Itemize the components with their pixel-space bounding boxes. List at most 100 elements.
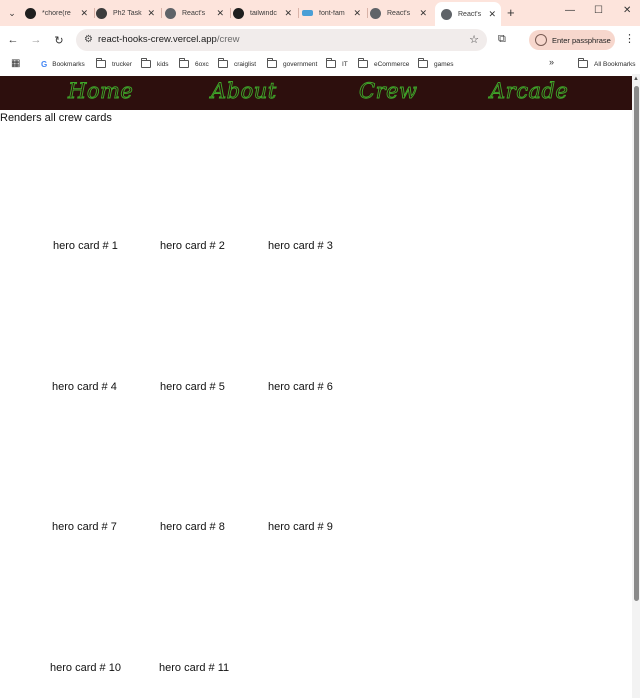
back-arrow-icon[interactable]: ←	[5, 32, 21, 48]
tab-3[interactable]: React's ✕	[165, 3, 229, 23]
tab-separator	[298, 8, 299, 18]
bookmark-label: government	[283, 60, 318, 68]
bookmark-label: Bookmarks	[52, 60, 85, 68]
bookmark-folder[interactable]: kids	[141, 58, 169, 70]
bookmark-folder[interactable]: eCommerce	[358, 58, 409, 70]
bookmarks-bar: G Bookmarks trucker kids 6oxc craiglist …	[0, 54, 640, 74]
tab-separator	[161, 8, 162, 18]
bookmark-folder[interactable]: IT	[326, 58, 348, 70]
url-text: react-hooks-crew.vercel.app/crew	[98, 34, 240, 45]
bookmark-label: IT	[342, 60, 348, 68]
bookmark-folder[interactable]: trucker	[96, 58, 132, 70]
page-viewport: Home About Crew Arcade Renders all crew …	[0, 74, 632, 698]
tab-title: *chore(re	[42, 9, 71, 17]
close-icon[interactable]: ✕	[216, 8, 224, 19]
folder-icon	[578, 58, 588, 68]
hero-card: hero card # 7	[52, 521, 117, 533]
chevron-double-right-icon[interactable]: »	[549, 57, 554, 67]
tab-title: React's	[458, 10, 482, 18]
tab-separator	[94, 8, 95, 18]
minimize-icon[interactable]: —	[565, 5, 575, 16]
close-window-icon[interactable]: ✕	[623, 5, 631, 16]
google-icon: G	[41, 59, 48, 69]
folder-icon	[96, 58, 106, 68]
tab-5[interactable]: font-fam ✕	[302, 3, 366, 23]
tab-title: Ph2 Task	[113, 9, 142, 17]
enter-passphrase-button[interactable]: Enter passphrase	[529, 30, 615, 50]
bookmark-label: 6oxc	[195, 60, 209, 68]
browser-toolbar: ← → ↻ ⚙ react-hooks-crew.vercel.app/crew…	[0, 26, 640, 54]
nav-home-link[interactable]: Home	[68, 79, 134, 104]
hero-card: hero card # 6	[268, 381, 333, 393]
apps-grid-icon[interactable]: ▦	[11, 58, 20, 69]
hero-card: hero card # 10	[50, 662, 121, 674]
bookmark-label: kids	[157, 60, 169, 68]
bookmark-star-icon[interactable]: ☆	[469, 33, 479, 46]
maximize-icon[interactable]: ☐	[594, 5, 603, 16]
hero-card: hero card # 2	[160, 240, 225, 252]
bookmark-folder[interactable]: 6oxc	[179, 58, 209, 70]
folder-icon	[179, 58, 189, 68]
scroll-up-arrow-icon[interactable]: ▲	[632, 76, 640, 82]
hero-card: hero card # 8	[160, 521, 225, 533]
address-bar[interactable]: ⚙ react-hooks-crew.vercel.app/crew ☆	[76, 29, 487, 51]
task-icon	[96, 7, 107, 19]
tab-strip: ⌄ *chore(re ✕ Ph2 Task ✕ React's ✕ tailw…	[0, 0, 640, 26]
more-menu-icon[interactable]: ⋮	[624, 32, 635, 45]
tab-title: tailwindc	[250, 9, 277, 17]
scrollbar-thumb[interactable]	[634, 86, 639, 601]
close-icon[interactable]: ✕	[353, 8, 361, 19]
tab-1[interactable]: *chore(re ✕	[25, 3, 93, 23]
hero-card: hero card # 11	[159, 662, 230, 674]
tab-title: React's	[387, 9, 411, 17]
close-icon[interactable]: ✕	[80, 8, 88, 19]
globe-icon	[441, 8, 452, 20]
bookmark-item[interactable]: G Bookmarks	[41, 58, 85, 70]
extensions-puzzle-icon[interactable]: ⧉	[498, 33, 506, 46]
reload-icon[interactable]: ↻	[51, 32, 67, 48]
close-icon[interactable]: ✕	[488, 9, 496, 20]
folder-icon	[267, 58, 277, 68]
bookmark-label: eCommerce	[374, 60, 410, 68]
bookmark-label: games	[434, 60, 454, 68]
wave-icon	[302, 10, 313, 16]
tab-2[interactable]: Ph2 Task ✕	[96, 3, 160, 23]
all-bookmarks-label: All Bookmarks	[594, 60, 636, 68]
bookmark-folder[interactable]: games	[418, 58, 454, 70]
hero-card: hero card # 5	[160, 381, 225, 393]
site-nav: Home About Crew Arcade	[0, 76, 632, 110]
url-host: react-hooks-crew.vercel.app	[98, 34, 217, 45]
folder-icon	[141, 58, 151, 68]
url-path: /crew	[216, 34, 240, 45]
all-bookmarks-button[interactable]: All Bookmarks	[578, 58, 636, 70]
site-settings-icon[interactable]: ⚙	[84, 34, 93, 45]
globe-icon	[165, 7, 176, 19]
bookmark-folder[interactable]: craiglist	[218, 58, 256, 70]
hero-card: hero card # 4	[52, 381, 117, 393]
bookmark-folder[interactable]: government	[267, 58, 317, 70]
tab-6[interactable]: React's ✕	[370, 3, 432, 23]
folder-icon	[418, 58, 428, 68]
globe-icon	[370, 7, 381, 19]
close-icon[interactable]: ✕	[147, 8, 155, 19]
folder-icon	[358, 58, 368, 68]
hero-card: hero card # 3	[268, 240, 333, 252]
vertical-scrollbar[interactable]: ▲	[632, 74, 640, 698]
close-icon[interactable]: ✕	[419, 8, 427, 19]
nav-about-link[interactable]: About	[211, 79, 277, 104]
tab-separator	[367, 8, 368, 18]
bookmark-label: trucker	[112, 60, 132, 68]
forward-arrow-icon[interactable]: →	[28, 32, 44, 48]
hero-card: hero card # 1	[53, 240, 118, 252]
tab-separator	[230, 8, 231, 18]
tab-title: React's	[182, 9, 206, 17]
new-tab-plus-icon[interactable]: +	[507, 5, 515, 20]
hero-card: hero card # 9	[268, 521, 333, 533]
tab-4[interactable]: tailwindc ✕	[233, 3, 297, 23]
nav-arcade-link[interactable]: Arcade	[490, 79, 569, 104]
page-caption: Renders all crew cards	[0, 112, 112, 124]
close-icon[interactable]: ✕	[284, 8, 292, 19]
tab-7-active[interactable]: React's ✕	[435, 2, 501, 26]
tab-search-chevron-icon[interactable]: ⌄	[4, 5, 20, 21]
nav-crew-link[interactable]: Crew	[359, 79, 418, 104]
